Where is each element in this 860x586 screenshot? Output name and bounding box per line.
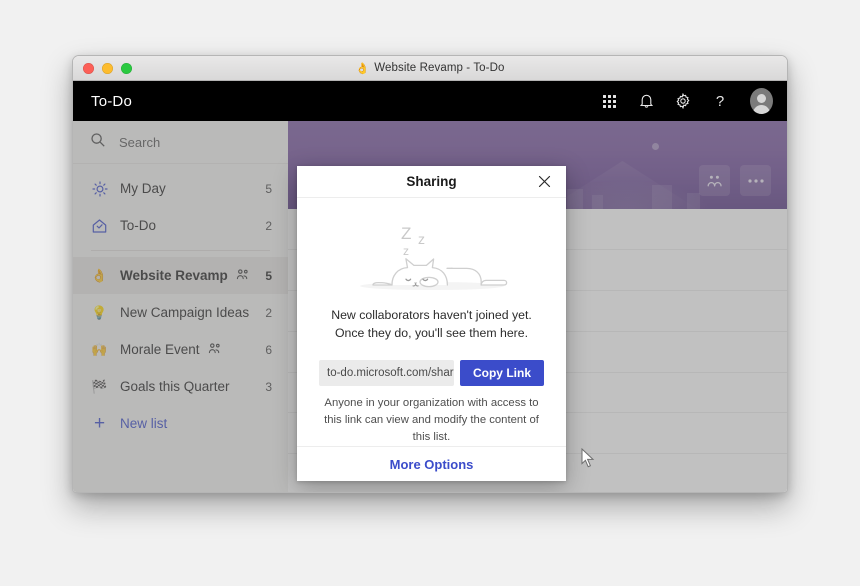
- share-link-input[interactable]: to-do.microsoft.com/sharing: [319, 360, 454, 387]
- empty-state-text: New collaborators haven't joined yet. On…: [331, 307, 532, 340]
- mouse-cursor: [581, 447, 595, 473]
- account-avatar[interactable]: [747, 88, 773, 114]
- app-header-actions: ?: [599, 88, 773, 114]
- bell-icon[interactable]: [636, 91, 656, 111]
- copy-link-button[interactable]: Copy Link: [459, 360, 544, 387]
- screenshot-root: 👌 Website Revamp - To-Do To-Do ? Search …: [0, 0, 860, 586]
- svg-text:z: z: [418, 231, 425, 247]
- close-icon[interactable]: [534, 171, 554, 191]
- sharing-permission-hint: Anyone in your organization with access …: [324, 397, 539, 444]
- dialog-body: Z z z New collaborators haven't joined y…: [297, 198, 566, 446]
- dialog-title: Sharing: [406, 173, 457, 189]
- dialog-footer: More Options: [297, 446, 566, 481]
- gear-icon[interactable]: [673, 91, 693, 111]
- app-launcher-icon[interactable]: [599, 91, 619, 111]
- ok-hand-emoji: 👌: [355, 62, 370, 75]
- svg-text:z: z: [403, 244, 409, 258]
- help-icon[interactable]: ?: [710, 91, 730, 111]
- dialog-header: Sharing: [297, 166, 566, 198]
- share-link-row: to-do.microsoft.com/sharing Copy Link: [319, 360, 544, 387]
- app-name: To-Do: [91, 92, 133, 110]
- app-body: Search My Day 5 To-Do 2 👌 Website Revamp…: [73, 121, 787, 492]
- svg-text:Z: Z: [401, 224, 411, 243]
- more-options-link[interactable]: More Options: [390, 457, 474, 472]
- app-header: To-Do ?: [73, 81, 787, 121]
- window-title-text: Website Revamp - To-Do: [374, 62, 505, 74]
- sleeping-cat-illustration: Z z z: [319, 215, 544, 297]
- window-title: 👌 Website Revamp - To-Do: [73, 62, 787, 75]
- app-window: 👌 Website Revamp - To-Do To-Do ? Search …: [72, 55, 788, 493]
- window-titlebar: 👌 Website Revamp - To-Do: [73, 56, 787, 81]
- sharing-dialog: Sharing Z z z New collaborators haven't …: [297, 166, 566, 481]
